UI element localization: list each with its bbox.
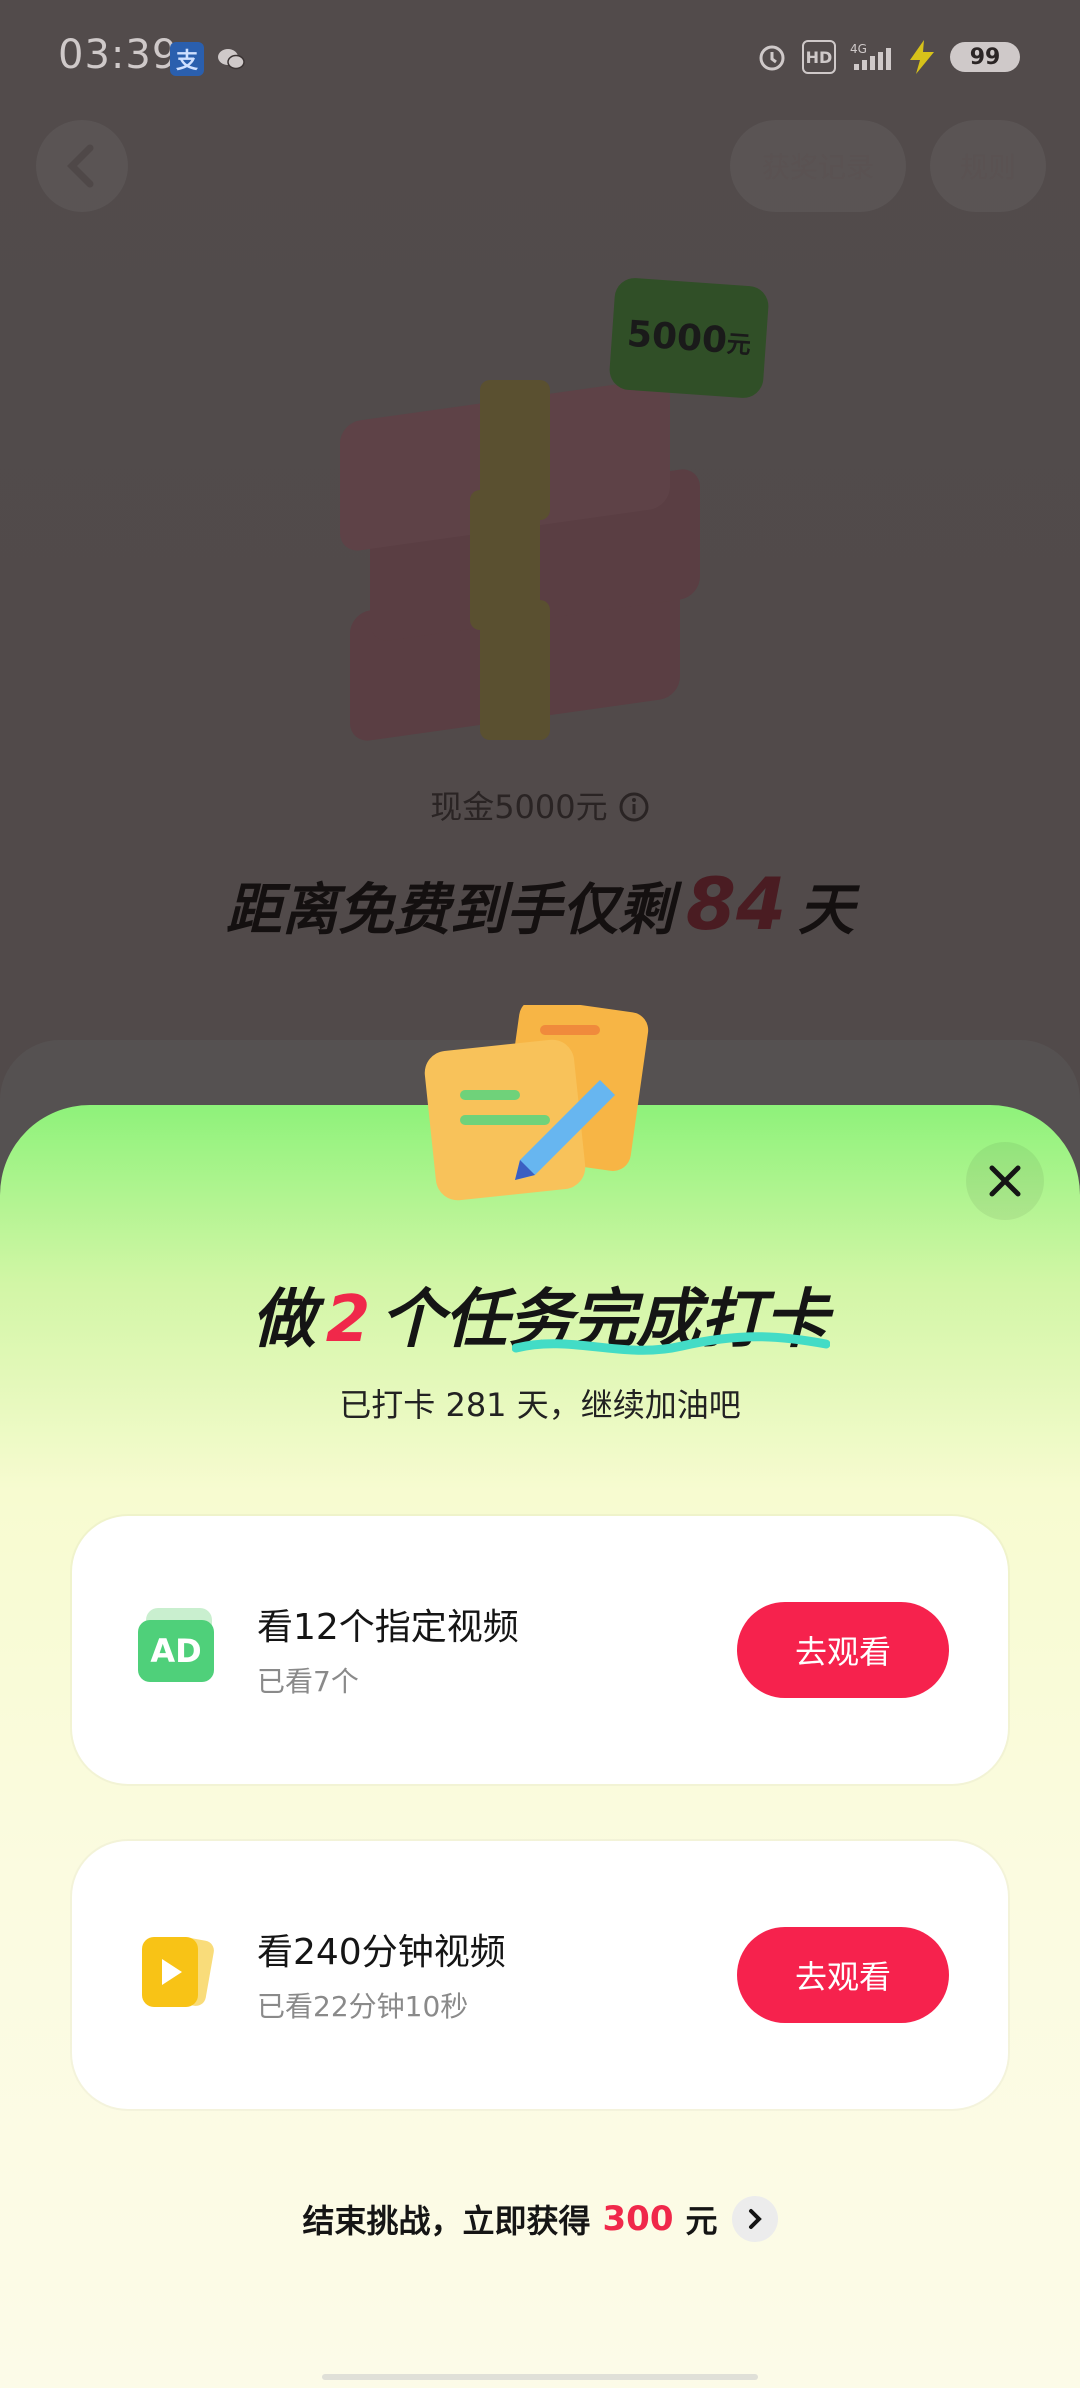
status-bar: 03:39 支 HD 4G 99 <box>0 0 1080 118</box>
countdown-days: 84 <box>685 862 787 946</box>
cash-label: 现金5000元 <box>0 782 1080 828</box>
signal-icon: 4G <box>850 42 891 70</box>
cash-stack-illustration <box>330 360 750 744</box>
title-underline-decoration <box>512 1332 830 1355</box>
prize-tag-amount: 5000 <box>625 313 729 362</box>
watch-button[interactable]: 去观看 <box>737 1927 949 2023</box>
ad-icon: AD <box>138 1608 214 1682</box>
footer-prefix: 结束挑战，立即获得 <box>302 2202 591 2240</box>
status-time: 03:39 <box>58 32 179 78</box>
svg-text:AD: AD <box>150 1632 201 1670</box>
info-icon[interactable] <box>618 791 650 823</box>
cash-label-text: 现金5000元 <box>430 788 608 826</box>
charging-icon <box>910 40 934 74</box>
wechat-icon <box>214 42 248 76</box>
task-progress: 已看7个 <box>257 1665 359 1698</box>
watch-button[interactable]: 去观看 <box>737 1602 949 1698</box>
alipay-icon: 支 <box>170 42 204 76</box>
award-records-button[interactable]: 获奖记录 <box>730 120 906 212</box>
status-icons: HD 4G 99 <box>756 40 1020 74</box>
footer-amount: 300 <box>602 2199 674 2239</box>
end-challenge-link[interactable]: 结束挑战，立即获得 300 元 <box>0 2196 1080 2242</box>
close-icon <box>989 1165 1021 1197</box>
title-prefix: 做 <box>251 1283 316 1357</box>
countdown-suffix: 天 <box>798 878 855 943</box>
prize-amount-tag: 5000 元 <box>608 276 770 400</box>
back-button[interactable] <box>36 120 128 212</box>
hd-icon: HD <box>802 40 836 74</box>
task-card: AD 看12个指定视频 已看7个 去观看 <box>72 1516 1008 1784</box>
task-card: 看240分钟视频 已看22分钟10秒 去观看 <box>72 1841 1008 2109</box>
video-play-icon <box>142 1937 214 2007</box>
task-name: 看240分钟视频 <box>257 1932 506 1973</box>
home-indicator[interactable] <box>322 2374 758 2380</box>
battery-indicator: 99 <box>950 42 1020 72</box>
task-name: 看12个指定视频 <box>257 1607 519 1648</box>
checkin-days-text: 已打卡 281 天，继续加油吧 <box>339 1386 741 1424</box>
prize-tag-unit: 元 <box>725 329 752 359</box>
chevron-left-icon <box>67 144 94 188</box>
footer-suffix: 元 <box>685 2202 718 2240</box>
svg-text:4G: 4G <box>850 42 867 56</box>
task-count: 2 <box>325 1283 371 1357</box>
countdown-banner: 距离免费到手仅剩 84 天 <box>0 862 1080 946</box>
countdown-prefix: 距离免费到手仅剩 <box>225 878 674 943</box>
chevron-right-icon[interactable] <box>731 2196 778 2242</box>
close-button[interactable] <box>966 1142 1044 1220</box>
document-pen-icon <box>424 1005 649 1201</box>
task-progress: 已看22分钟10秒 <box>257 1990 469 2023</box>
rules-button[interactable]: 规则 <box>930 120 1046 212</box>
alarm-icon <box>759 45 785 71</box>
